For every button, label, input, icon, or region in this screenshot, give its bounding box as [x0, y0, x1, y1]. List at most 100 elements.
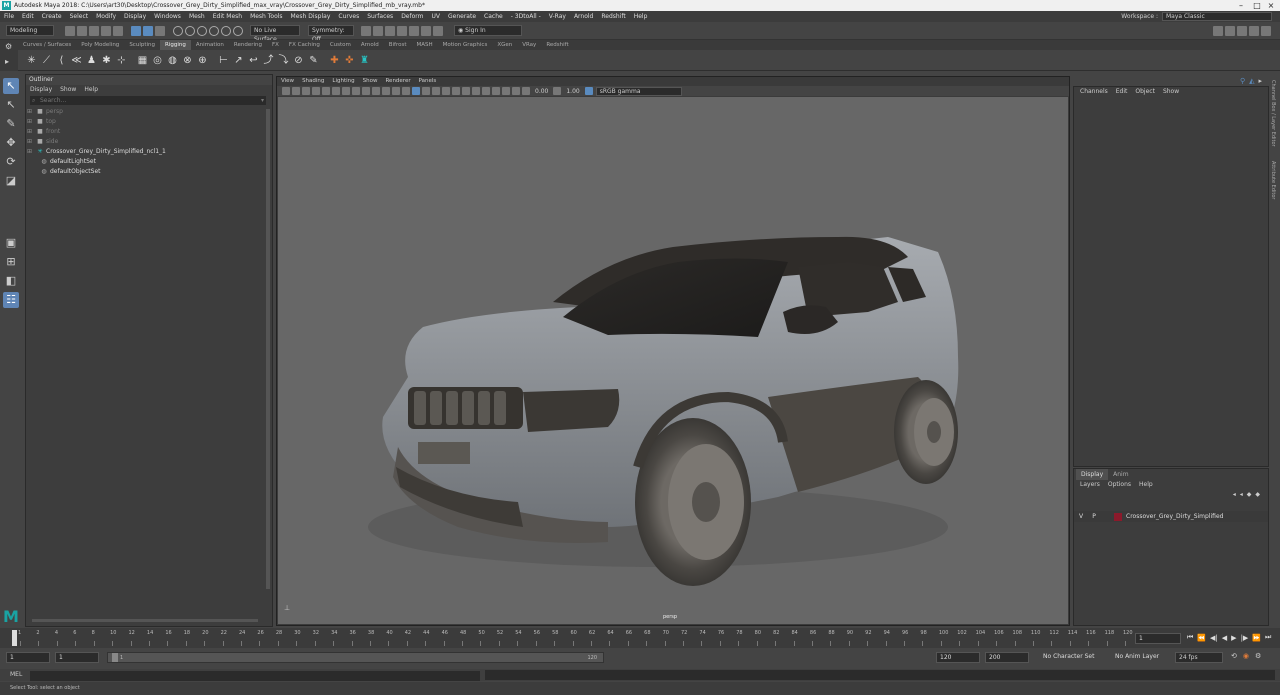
locator-icon[interactable]: ✚ — [328, 54, 341, 67]
bookmark-icon[interactable] — [302, 87, 310, 95]
move-layer-down-icon[interactable]: ◂ — [1240, 491, 1243, 498]
viewport-menu-view[interactable]: View — [277, 77, 298, 86]
shelf-tab-redshift[interactable]: Redshift — [541, 40, 573, 50]
expand-icon[interactable]: ⊞ — [27, 127, 32, 137]
viewport-menu-shading[interactable]: Shading — [298, 77, 328, 86]
viewport-menu-show[interactable]: Show — [359, 77, 382, 86]
save-scene-icon[interactable] — [89, 25, 99, 36]
textured-icon[interactable] — [412, 87, 420, 95]
ik-handle-icon[interactable]: ⟋ — [40, 54, 53, 67]
step-back-frame-icon[interactable]: ◀| — [1210, 634, 1218, 642]
shelf-settings-icon[interactable]: ⚙ — [0, 40, 18, 53]
exposure-icon[interactable] — [522, 87, 530, 95]
backface-culling-icon[interactable] — [512, 87, 520, 95]
fps-dropdown[interactable]: 24 fps — [1175, 652, 1223, 663]
outliner-item[interactable]: ⊞ ■ top — [26, 117, 272, 127]
tool-settings-toggle-icon[interactable] — [1249, 26, 1259, 36]
select-object-icon[interactable] — [143, 25, 153, 36]
menu-mesh-display[interactable]: Mesh Display — [287, 11, 335, 22]
snap-view-icon[interactable] — [209, 25, 219, 36]
wireframe-icon[interactable] — [382, 87, 390, 95]
go-to-end-icon[interactable]: ⏭ — [1265, 633, 1271, 642]
wrap-icon[interactable]: ⊗ — [181, 54, 194, 67]
outliner-menu-display[interactable]: Display — [26, 85, 56, 94]
layer-tab-anim[interactable]: Anim — [1108, 469, 1133, 480]
outliner-item[interactable]: ⊞ ✳ Crossover_Grey_Dirty_Simplified_ncl1_1 — [26, 147, 272, 157]
animation-end-field[interactable]: 200 — [985, 652, 1029, 663]
render-view-icon[interactable] — [421, 25, 431, 36]
mirror-joint-icon[interactable]: ≪ — [70, 54, 83, 67]
menu-display[interactable]: Display — [120, 11, 150, 22]
menu-cache[interactable]: Cache — [480, 11, 507, 22]
image-plane-icon[interactable] — [312, 87, 320, 95]
viewport-menu-lighting[interactable]: Lighting — [328, 77, 358, 86]
gamma-value[interactable]: 1.00 — [566, 88, 579, 95]
layer-editor-icon[interactable]: ◭ — [1249, 77, 1254, 85]
step-back-key-icon[interactable]: ⏪ — [1197, 634, 1206, 642]
orient-constraint-icon[interactable]: ↩ — [247, 54, 260, 67]
menu-select[interactable]: Select — [66, 11, 93, 22]
outliner-menu-help[interactable]: Help — [80, 85, 102, 94]
snap-point-icon[interactable] — [197, 25, 207, 36]
outliner-horizontal-scrollbar[interactable] — [32, 619, 258, 622]
shelf-tab-xgen[interactable]: XGen — [492, 40, 517, 50]
xray-joints-icon[interactable] — [502, 87, 510, 95]
snap-grid-icon[interactable] — [173, 25, 183, 36]
menu-file[interactable]: File — [0, 11, 18, 22]
menu-modify[interactable]: Modify — [92, 11, 120, 22]
shelf-tab-poly-modeling[interactable]: Poly Modeling — [76, 40, 124, 50]
color-space-dropdown[interactable]: sRGB gamma — [595, 86, 682, 96]
safe-action-icon[interactable] — [372, 87, 380, 95]
color-management-icon[interactable] — [584, 87, 593, 95]
command-input[interactable] — [30, 670, 480, 681]
grid-icon[interactable] — [322, 87, 330, 95]
ipr-render-icon[interactable] — [385, 25, 395, 36]
wireframe-on-shaded-icon[interactable] — [402, 87, 410, 95]
shelf-tab-curves-surfaces[interactable]: Curves / Surfaces — [18, 40, 76, 50]
menu-create[interactable]: Create — [38, 11, 66, 22]
layer-row[interactable]: V P Crossover_Grey_Dirty_Simplified — [1074, 511, 1268, 522]
shelf-tab-rigging[interactable]: Rigging — [160, 40, 191, 50]
play-forwards-icon[interactable]: ▶ — [1231, 634, 1236, 642]
snap-curve-icon[interactable] — [185, 25, 195, 36]
shelf-tab-arnold[interactable]: Arnold — [356, 40, 384, 50]
menu-generate[interactable]: Generate — [444, 11, 480, 22]
ik-spline-icon[interactable]: ⟨ — [55, 54, 68, 67]
menu-help[interactable]: Help — [630, 11, 652, 22]
layer-menu-help[interactable]: Help — [1135, 480, 1157, 489]
go-to-start-icon[interactable]: ⏮ — [1187, 633, 1193, 642]
playback-end-field[interactable]: 120 — [936, 652, 980, 663]
lights-icon[interactable] — [422, 87, 430, 95]
lasso-tool-icon[interactable]: ↖ — [3, 97, 19, 113]
camera-attributes-icon[interactable] — [292, 87, 300, 95]
menu-redshift[interactable]: Redshift — [597, 11, 629, 22]
rotate-tool-icon[interactable]: ⟳ — [3, 154, 19, 170]
render-settings-icon[interactable] — [397, 25, 407, 36]
cluster-icon[interactable]: ◎ — [151, 54, 164, 67]
expand-icon[interactable]: ⊞ — [27, 107, 32, 117]
anim-layer-dropdown[interactable]: No Anim Layer — [1112, 652, 1168, 663]
minimize-button[interactable]: – — [1234, 0, 1248, 11]
humanik-icon[interactable]: ✱ — [100, 54, 113, 67]
mash-icon[interactable]: ♜ — [358, 54, 371, 67]
current-time-marker[interactable] — [12, 630, 17, 646]
playback-start-field[interactable]: 1 — [55, 652, 99, 663]
close-button[interactable]: × — [1264, 0, 1278, 11]
depth-of-field-icon[interactable] — [472, 87, 480, 95]
ambient-occlusion-icon[interactable] — [442, 87, 450, 95]
shelf-menu-icon[interactable]: ▸ — [0, 53, 18, 70]
hypershade-icon[interactable] — [409, 25, 419, 36]
new-scene-icon[interactable] — [65, 25, 75, 36]
outliner-item[interactable]: ◍ defaultLightSet — [26, 157, 272, 167]
workspace-dropdown[interactable]: Maya Classic — [1162, 12, 1272, 21]
move-layer-up-icon[interactable]: ◂ — [1233, 491, 1236, 498]
3d-viewport[interactable]: ⊥ persp — [278, 97, 1068, 624]
shelf-tab-bifrost[interactable]: Bifrost — [384, 40, 412, 50]
motion-blur-icon[interactable] — [452, 87, 460, 95]
new-layer-selected-icon[interactable]: ◆ — [1255, 491, 1260, 498]
expand-icon[interactable]: ⊞ — [27, 117, 32, 127]
set-driven-key-icon[interactable]: ⊘ — [292, 54, 305, 67]
shadows-icon[interactable] — [432, 87, 440, 95]
snap-vertex-icon[interactable] — [233, 25, 243, 36]
step-forward-key-icon[interactable]: ⏩ — [1252, 634, 1261, 642]
